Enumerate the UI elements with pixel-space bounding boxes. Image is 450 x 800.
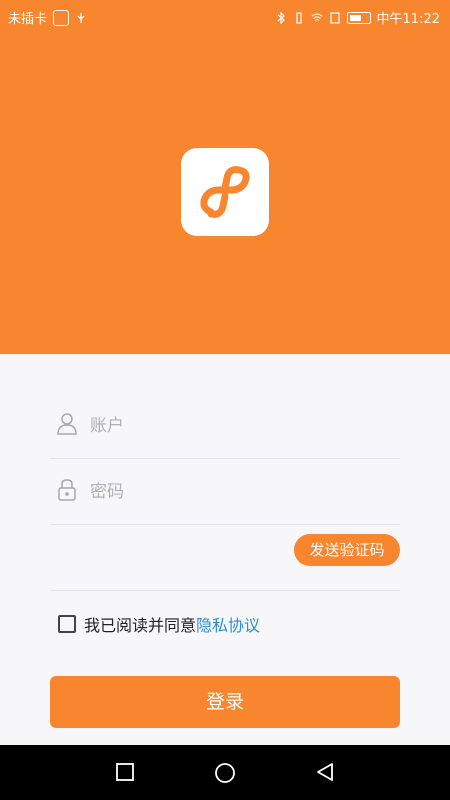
status-time: 中午11:22 — [376, 12, 440, 27]
app-notification-icon — [53, 9, 70, 26]
carrier-label: 未插卡 — [8, 12, 48, 27]
usb-icon — [77, 12, 85, 23]
bluetooth-icon — [277, 11, 285, 24]
nosim-icon — [329, 11, 340, 24]
agreement-row: 我已阅读并同意隐私协议 — [58, 612, 260, 636]
recent-apps-icon[interactable] — [115, 762, 135, 782]
login-button[interactable]: 登录 — [50, 676, 400, 728]
wifi-icon — [311, 13, 323, 21]
password-row — [50, 458, 400, 525]
battery-icon — [346, 11, 371, 24]
vibrate-icon — [295, 11, 302, 24]
link-app-logo-icon — [200, 166, 250, 218]
back-icon[interactable] — [315, 762, 335, 782]
user-icon — [57, 413, 77, 435]
status-bar: 未插卡 中午11:22 — [0, 0, 450, 32]
home-icon[interactable] — [214, 762, 236, 784]
lock-icon — [58, 479, 76, 501]
account-input[interactable] — [88, 410, 392, 442]
account-row — [50, 392, 400, 459]
system-nav-bar — [0, 745, 450, 800]
code-row: 发送验证码 — [50, 524, 400, 591]
password-input[interactable] — [88, 476, 392, 508]
app-logo — [181, 148, 269, 236]
header-banner: 未插卡 中午11:22 — [0, 0, 450, 354]
agree-checkbox[interactable] — [58, 615, 76, 633]
privacy-link[interactable]: 隐私协议 — [196, 616, 260, 635]
send-code-button[interactable]: 发送验证码 — [294, 534, 400, 566]
agreement-text: 我已阅读并同意 — [84, 616, 197, 635]
